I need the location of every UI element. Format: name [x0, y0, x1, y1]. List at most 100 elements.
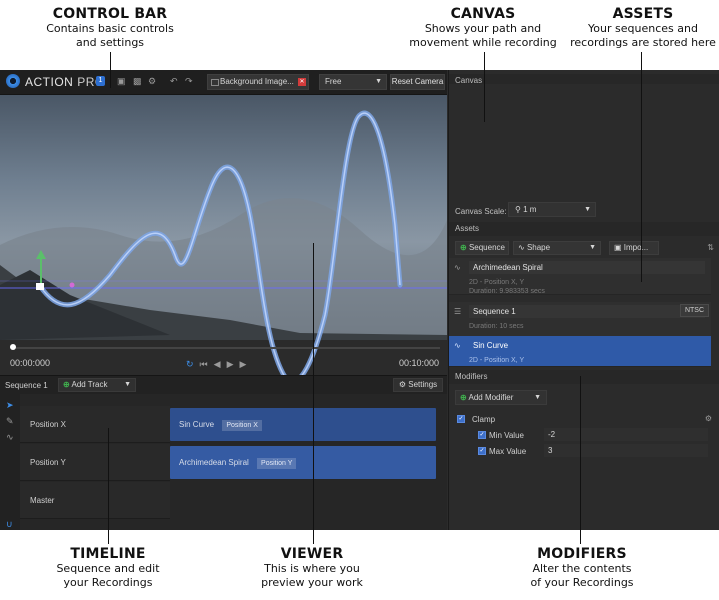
asset-details: 2D - Position X, Y Duration: 9.983353 se… — [469, 278, 545, 296]
add-track-label: Add Track — [71, 380, 108, 389]
asset-name[interactable]: Sin Curve — [469, 339, 705, 352]
clear-background-icon[interactable]: ✕ — [298, 78, 306, 86]
canvas-scale-label: Canvas Scale: — [455, 207, 507, 216]
timeline-settings-button[interactable]: ⚙ Settings — [393, 378, 443, 392]
min-value-input[interactable]: -2 — [544, 428, 708, 441]
max-value-label: Max Value — [489, 447, 527, 456]
asset-name[interactable]: Sequence 1 — [469, 305, 705, 318]
clip-label: Archimedean Spiral — [179, 458, 249, 467]
magnet-icon[interactable]: ∪ — [6, 519, 13, 530]
asset-archimedean-spiral[interactable]: ∿ Archimedean Spiral 2D - Position X, Y … — [449, 258, 711, 295]
callout-title: MODIFIERS — [537, 546, 627, 562]
clip-sin-curve[interactable]: Sin Curve Position X — [170, 408, 436, 441]
step-back-icon[interactable]: ◀ — [214, 359, 227, 369]
gear-icon[interactable]: ⚙ — [148, 76, 156, 87]
loop-icon[interactable]: ↻ — [186, 359, 200, 369]
folder-icon[interactable]: ▣ — [117, 76, 126, 87]
pen-tool-icon[interactable]: ✎ — [6, 416, 14, 427]
sequence-label: Sequence 1 — [5, 381, 48, 390]
clip-label: Sin Curve — [179, 420, 215, 429]
step-forward-icon[interactable]: ▶ — [227, 359, 240, 369]
clip-tag: Position X — [222, 420, 262, 431]
callout-assets: ASSETS Your sequences and recordings are… — [568, 6, 718, 50]
plus-icon: ⊕ — [460, 393, 467, 402]
min-value-label: Min Value — [489, 431, 524, 440]
callout-desc: recordings are stored here — [570, 36, 716, 49]
callout-title: TIMELINE — [70, 546, 146, 562]
modifier-options-icon[interactable]: ⚙ — [705, 414, 712, 423]
timecode-end: 00:10:000 — [398, 358, 439, 368]
redo-icon[interactable]: ↷ — [185, 76, 193, 87]
callout-control-bar: CONTROL BAR Contains basic controls and … — [40, 6, 180, 50]
path-keypoint — [69, 282, 75, 288]
callout-title: VIEWER — [280, 546, 344, 562]
callout-canvas: CANVAS Shows your path and movement whil… — [408, 6, 558, 50]
playhead[interactable] — [10, 344, 16, 350]
sort-icon[interactable]: ⇅ — [707, 243, 714, 252]
skip-start-icon[interactable]: ⏮ — [200, 359, 214, 369]
save-icon[interactable]: ▩ — [133, 76, 142, 87]
leader-viewer — [313, 243, 314, 544]
import-button[interactable]: ▣ Impo... — [609, 241, 659, 255]
callout-desc: and settings — [75, 36, 145, 49]
timecode-start: 00:00:000 — [10, 358, 51, 368]
clip-archimedean-spiral[interactable]: Archimedean Spiral Position Y — [170, 446, 436, 479]
version-badge: 1 — [96, 76, 105, 86]
asset-name[interactable]: Archimedean Spiral — [469, 261, 705, 274]
callout-viewer: VIEWER This is where you preview your wo… — [242, 546, 382, 590]
gear-icon: ⚙ — [398, 380, 407, 389]
logo-icon — [6, 74, 20, 88]
asset-type: 2D - Position X, Y — [469, 357, 525, 364]
canvas-area[interactable] — [449, 84, 719, 199]
asset-sequence-1[interactable]: ☰ Sequence 1 NTSC Duration: 10 secs — [449, 302, 711, 339]
asset-duration: Duration: 10 secs — [469, 323, 524, 330]
shape-dropdown[interactable]: ∿ Shape ▼ — [513, 241, 601, 255]
min-value-checkbox[interactable]: ✓ — [478, 431, 486, 439]
timeline-header: Sequence 1 ⊕ Add Track ▼ ⚙ Settings — [0, 376, 447, 394]
curve-tool-icon[interactable]: ∿ — [6, 432, 14, 443]
leader-control-bar — [110, 52, 111, 88]
leader-timeline — [108, 428, 109, 544]
folder-icon: ▣ — [614, 243, 622, 252]
sequence-button-label: Sequence — [468, 243, 505, 252]
chevron-down-icon: ▼ — [124, 381, 131, 388]
gizmo-center[interactable] — [36, 283, 44, 290]
search-icon: ⚲ — [515, 205, 521, 214]
play-icon[interactable]: ▶ — [240, 359, 253, 369]
new-sequence-button[interactable]: ⊕ Sequence — [455, 241, 509, 255]
max-value-input[interactable]: 3 — [544, 444, 708, 457]
chevron-down-icon: ▼ — [584, 206, 591, 213]
select-tool-icon[interactable]: ➤ — [6, 400, 14, 411]
timeline-scrubber[interactable] — [10, 347, 440, 349]
callout-modifiers: MODIFIERS Alter the contents of your Rec… — [512, 546, 652, 590]
camera-mode-select[interactable]: Free ▼ — [319, 74, 387, 90]
image-icon — [211, 79, 219, 86]
callout-desc: of your Recordings — [530, 576, 634, 589]
add-track-button[interactable]: ⊕ Add Track ▼ — [58, 378, 136, 392]
control-bar: ACTION PRO 1 ▣ ▩ ⚙ ↶ ↷ Background Image.… — [0, 70, 447, 95]
modifiers-header: Modifiers — [449, 370, 719, 384]
callout-title: CONTROL BAR — [52, 6, 168, 22]
reset-camera-button[interactable]: Reset Camera — [390, 74, 445, 90]
callout-title: ASSETS — [612, 6, 674, 22]
ntsc-badge: NTSC — [679, 304, 709, 317]
background-image-label: Background Image... — [220, 77, 294, 86]
shape-icon: ∿ — [454, 263, 461, 272]
camera-mode-value: Free — [325, 77, 342, 86]
track-label-position-x[interactable]: Position X — [20, 406, 170, 443]
logo-action: ACTION — [25, 75, 74, 89]
add-modifier-button[interactable]: ⊕ Add Modifier ▼ — [455, 390, 547, 405]
undo-icon[interactable]: ↶ — [170, 76, 178, 87]
max-value-checkbox[interactable]: ✓ — [478, 447, 486, 455]
viewer[interactable]: 00:00:000 ↻⏮◀▶▶ 00:10:000 — [0, 95, 447, 408]
track-label-position-y[interactable]: Position Y — [20, 444, 170, 481]
clamp-checkbox[interactable]: ✓ — [457, 415, 465, 423]
background-image-field[interactable]: Background Image... ✕ — [207, 74, 309, 90]
timeline-toolbar: ➤ ✎ ∿ ∪ — [0, 394, 20, 530]
shape-icon: ∿ — [454, 341, 461, 350]
asset-sin-curve[interactable]: ∿ Sin Curve 2D - Position X, Y — [449, 336, 711, 367]
track-label-master[interactable]: Master — [20, 482, 170, 519]
canvas-scale-select[interactable]: ⚲ 1 m ▼ — [508, 202, 596, 217]
transport-controls: ↻⏮◀▶▶ — [186, 359, 252, 370]
clamp-label: Clamp — [472, 415, 496, 424]
